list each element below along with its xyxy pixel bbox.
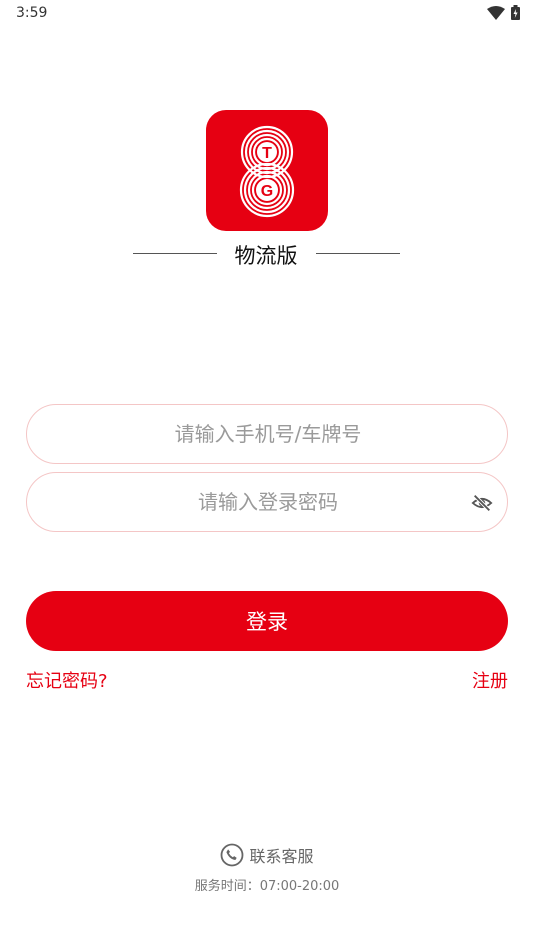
- phone-icon: [221, 843, 244, 867]
- phone-input[interactable]: [67, 405, 469, 463]
- service-hours: 服务时间：07:00-20:00: [194, 879, 340, 894]
- password-field[interactable]: [26, 472, 508, 532]
- password-input[interactable]: [67, 473, 469, 531]
- brand-divider-right: [316, 253, 400, 254]
- logo-letter-g: G: [261, 183, 273, 200]
- brand-divider-left: [133, 253, 217, 254]
- phone-field[interactable]: [26, 404, 508, 464]
- status-icons: [487, 5, 520, 20]
- brand-subtitle: 物流版: [234, 244, 298, 268]
- status-bar: 3:59: [0, 0, 534, 28]
- contact-support[interactable]: 联系客服: [0, 843, 534, 867]
- register-link[interactable]: 注册: [472, 667, 508, 693]
- login-button[interactable]: 登录: [26, 591, 508, 651]
- status-time: 3:59: [16, 5, 48, 21]
- app-logo: T G: [206, 110, 328, 231]
- eye-off-icon[interactable]: [471, 492, 493, 514]
- battery-icon: [511, 5, 520, 20]
- forgot-password-link[interactable]: 忘记密码?: [26, 667, 108, 693]
- logo-letter-t: T: [262, 145, 272, 162]
- contact-support-label: 联系客服: [249, 847, 314, 866]
- wifi-icon: [487, 5, 505, 20]
